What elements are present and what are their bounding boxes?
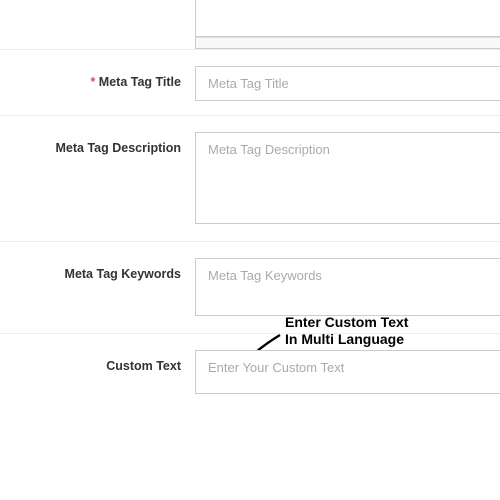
meta-tag-keywords-label: Meta Tag Keywords [0,258,195,281]
meta-tag-title-row: * Meta Tag Title [0,50,500,116]
custom-text-label: Custom Text [0,350,195,373]
prior-editor-body [195,0,500,49]
meta-tag-title-input[interactable] [195,66,500,101]
custom-text-label-text: Custom Text [106,359,181,373]
meta-tag-title-label-text: Meta Tag Title [99,75,181,89]
prior-editor-statusbar [195,37,500,49]
annotation-line1: Enter Custom Text [285,314,408,330]
meta-tag-keywords-textarea[interactable] [195,258,500,316]
meta-tag-description-label-text: Meta Tag Description [56,141,181,155]
meta-tag-description-label: Meta Tag Description [0,132,195,155]
required-mark: * [90,75,95,89]
custom-text-row: Custom Text [0,334,500,411]
meta-tag-description-row: Meta Tag Description [0,116,500,242]
prior-editor-bottom [0,0,500,50]
prior-label-spacer [0,0,195,49]
custom-text-textarea[interactable] [195,350,500,394]
meta-tag-keywords-row: Meta Tag Keywords Enter Custom Text In M… [0,242,500,334]
prior-editor-textarea[interactable] [195,0,500,37]
meta-tag-keywords-label-text: Meta Tag Keywords [65,267,181,281]
meta-tag-description-textarea[interactable] [195,132,500,224]
meta-tag-title-label: * Meta Tag Title [0,66,195,89]
